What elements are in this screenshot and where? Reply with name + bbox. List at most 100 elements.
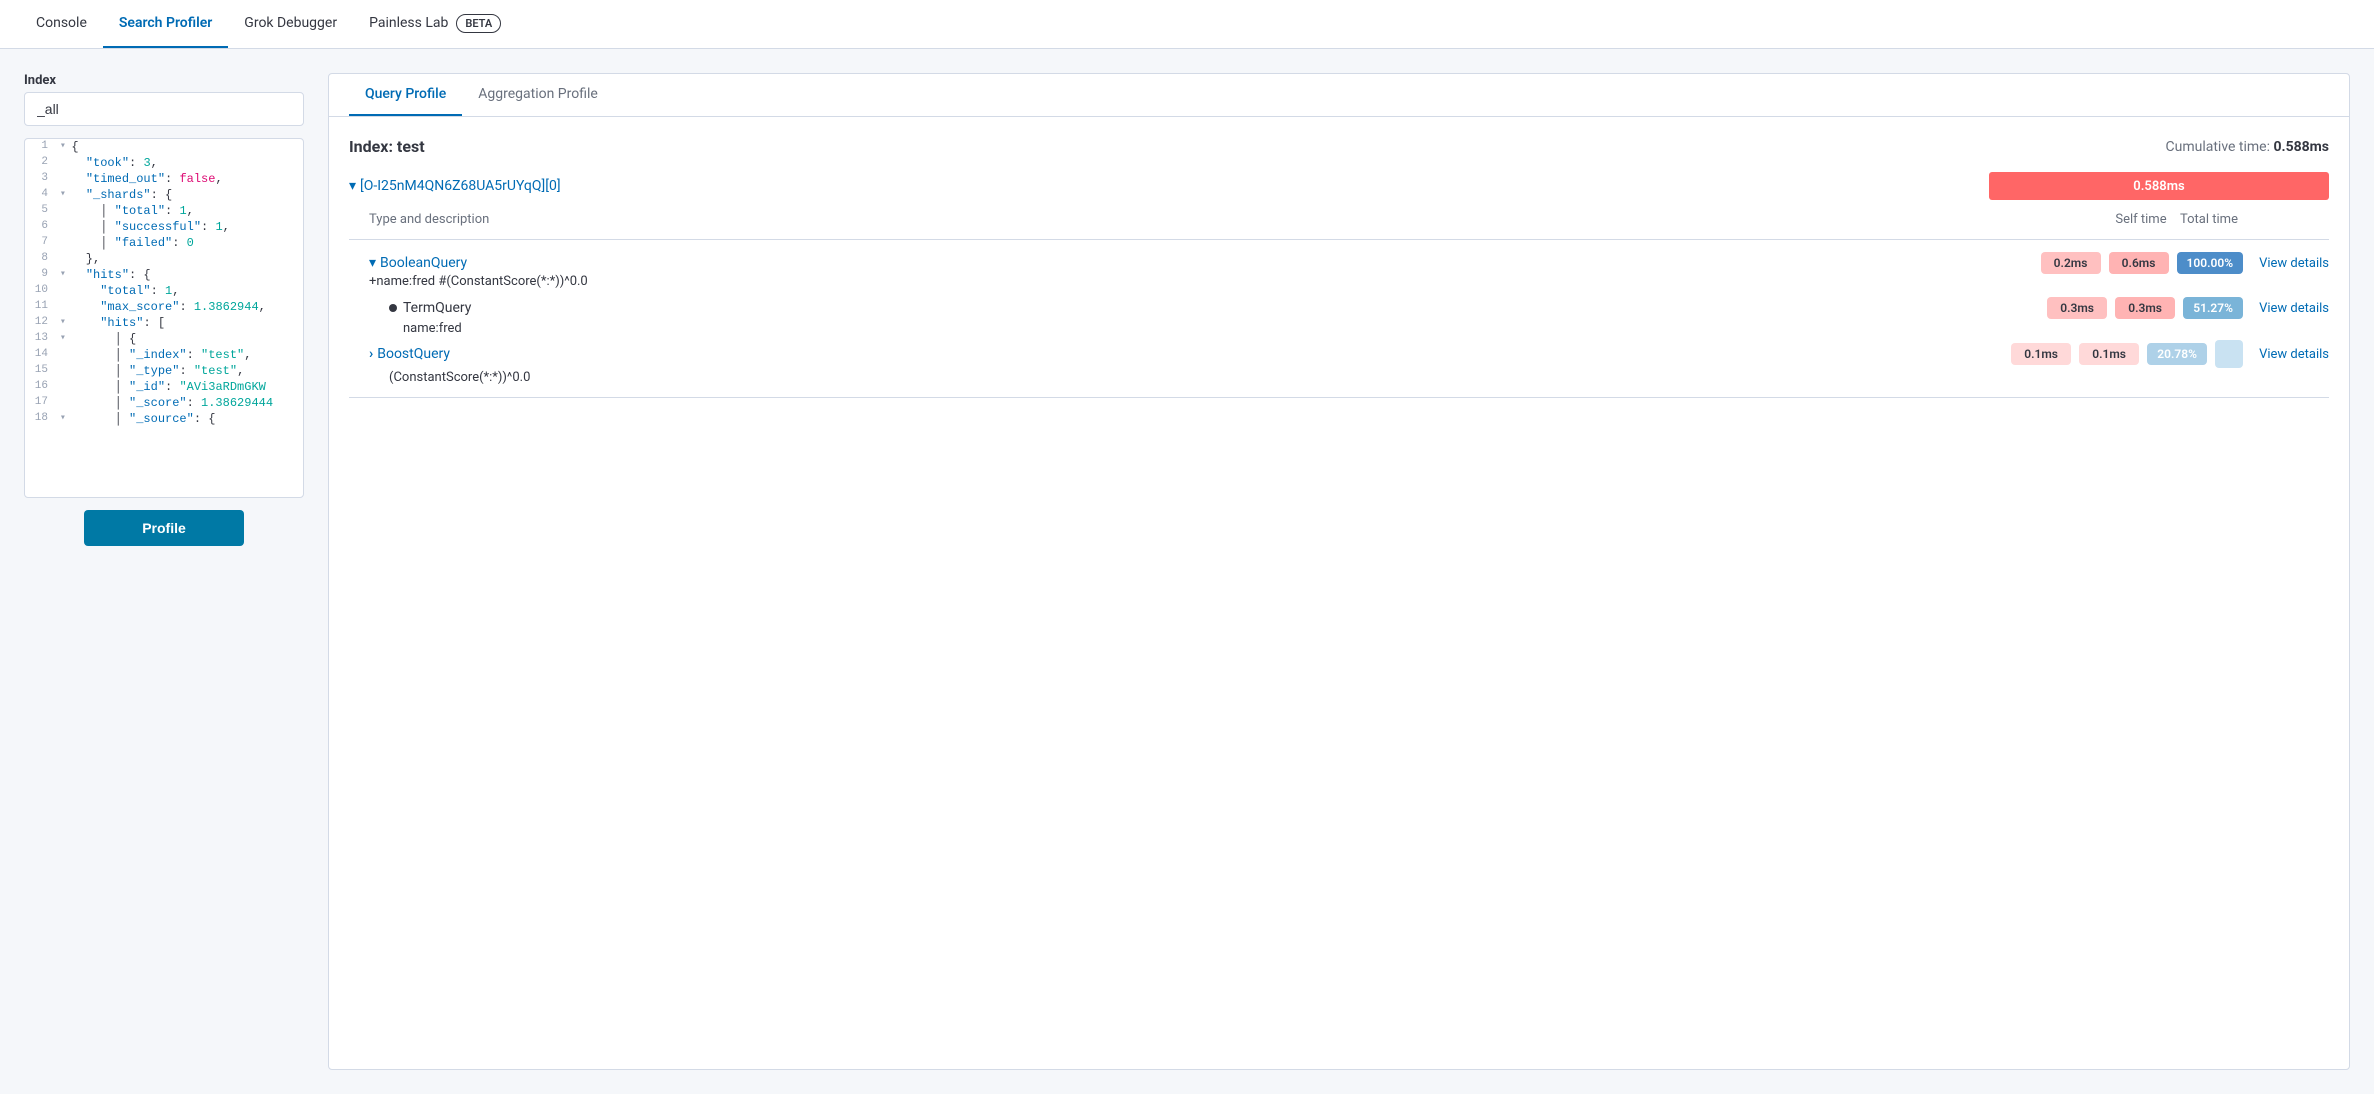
tab-bar: Query Profile Aggregation Profile (329, 74, 2349, 117)
cumulative-time: Cumulative time: 0.588ms (2166, 139, 2330, 155)
code-line-2: 2 "took": 3, (25, 155, 303, 171)
line-content-14: │ "_index": "test", (71, 347, 303, 363)
tab-console[interactable]: Console (20, 0, 103, 48)
term-query-dot (389, 304, 397, 312)
boost-query-desc: (ConstantScore(*:*))^0.0 (389, 370, 2329, 385)
line-num-2: 2 (25, 155, 56, 171)
line-content-2: "took": 3, (71, 155, 303, 171)
code-line-1: 1 ▾ { (25, 139, 303, 155)
code-line-16: 16 │ "_id": "AVi3aRDmGKW (25, 379, 303, 395)
boolean-query-label: BooleanQuery (380, 255, 467, 271)
code-line-9: 9 ▾ "hits": { (25, 267, 303, 283)
boost-view-details[interactable]: View details (2259, 347, 2329, 362)
shard-bar-container: 0.588ms (1989, 172, 2329, 200)
line-content-3: "timed_out": false, (71, 171, 303, 187)
line-toggle-11 (56, 299, 71, 315)
divider-2 (349, 397, 2329, 398)
line-toggle-4[interactable]: ▾ (56, 187, 71, 203)
term-self-time: 0.3ms (2047, 297, 2107, 319)
code-line-17: 17 │ "_score": 1.38629444 (25, 395, 303, 411)
line-num-9: 9 (25, 267, 56, 283)
line-num-16: 16 (25, 379, 56, 395)
line-num-11: 11 (25, 299, 56, 315)
tab-search-profiler[interactable]: Search Profiler (103, 0, 228, 48)
line-toggle-13[interactable]: ▾ (56, 331, 71, 347)
line-num-10: 10 (25, 283, 56, 299)
line-content-16: │ "_id": "AVi3aRDmGKW (71, 379, 303, 395)
term-pct: 51.27% (2183, 297, 2243, 319)
code-line-15: 15 │ "_type": "test", (25, 363, 303, 379)
boost-query-name[interactable]: › BoostQuery (369, 346, 450, 362)
boost-pct: 20.78% (2147, 343, 2207, 365)
line-num-18: 18 (25, 411, 56, 427)
chevron-down-icon: ▾ (349, 178, 356, 194)
line-toggle-2 (56, 155, 71, 171)
line-toggle-9[interactable]: ▾ (56, 267, 71, 283)
shard-row: ▾ [O-I25nM4QN6Z68UA5rUYqQ][0] 0.588ms (349, 172, 2329, 200)
total-time-header: Total time (2179, 212, 2239, 227)
code-line-10: 10 "total": 1, (25, 283, 303, 299)
line-toggle-14 (56, 347, 71, 363)
line-toggle-15 (56, 363, 71, 379)
cumulative-label: Cumulative time: (2166, 139, 2271, 155)
tab-aggregation-profile[interactable]: Aggregation Profile (462, 74, 614, 116)
line-toggle-17 (56, 395, 71, 411)
line-num-12: 12 (25, 315, 56, 331)
line-toggle-7 (56, 235, 71, 251)
term-query-row: TermQuery 0.3ms 0.3ms 51.27% View detail… (389, 297, 2329, 336)
line-toggle-1[interactable]: ▾ (56, 139, 71, 155)
code-line-13: 13 ▾ │ { (25, 331, 303, 347)
line-content-13: │ { (71, 331, 303, 347)
line-toggle-18[interactable]: ▾ (56, 411, 71, 427)
boolean-query-row: ▾ BooleanQuery 0.2ms 0.6ms 100.00% View … (349, 252, 2329, 289)
boolean-total-time: 0.6ms (2109, 252, 2169, 274)
term-query-desc: name:fred (403, 321, 2329, 336)
boost-query-metrics: 0.1ms 0.1ms 20.78% View details (2011, 340, 2329, 368)
term-total-time: 0.3ms (2115, 297, 2175, 319)
shard-label[interactable]: ▾ [O-I25nM4QN6Z68UA5rUYqQ][0] (349, 178, 561, 194)
profile-content: Index: test Cumulative time: 0.588ms ▾ [… (329, 117, 2349, 1069)
code-line-6: 6 │ "successful": 1, (25, 219, 303, 235)
chevron-down-icon: ▾ (369, 255, 376, 271)
code-line-3: 3 "timed_out": false, (25, 171, 303, 187)
line-num-3: 3 (25, 171, 56, 187)
boolean-view-details[interactable]: View details (2259, 256, 2329, 271)
line-content-9: "hits": { (71, 267, 303, 283)
code-line-18: 18 ▾ │ "_source": { (25, 411, 303, 427)
line-content-1: { (71, 139, 303, 155)
line-toggle-8 (56, 251, 71, 267)
code-line-12: 12 ▾ "hits": [ (25, 315, 303, 331)
code-line-8: 8 }, (25, 251, 303, 267)
boost-self-time: 0.1ms (2011, 343, 2071, 365)
line-num-17: 17 (25, 395, 56, 411)
code-editor[interactable]: 1 ▾ { 2 "took": 3, 3 "timed_out": false,… (24, 138, 304, 498)
boolean-query-header: ▾ BooleanQuery 0.2ms 0.6ms 100.00% View … (369, 252, 2329, 274)
divider-1 (349, 239, 2329, 240)
line-num-13: 13 (25, 331, 56, 347)
line-num-14: 14 (25, 347, 56, 363)
line-num-8: 8 (25, 251, 56, 267)
index-header: Index: test Cumulative time: 0.588ms (349, 137, 2329, 156)
line-toggle-10 (56, 283, 71, 299)
shard-id: [O-I25nM4QN6Z68UA5rUYqQ][0] (360, 178, 561, 194)
line-content-6: │ "successful": 1, (71, 219, 303, 235)
tab-grok-debugger[interactable]: Grok Debugger (228, 0, 353, 48)
line-num-15: 15 (25, 363, 56, 379)
boolean-query-name[interactable]: ▾ BooleanQuery (369, 255, 467, 271)
index-input[interactable] (24, 92, 304, 126)
line-toggle-12[interactable]: ▾ (56, 315, 71, 331)
term-query-label: TermQuery (403, 300, 471, 316)
tab-painless-lab[interactable]: Painless Lab BETA (353, 0, 517, 48)
index-section: Index (24, 73, 304, 126)
boost-total-time: 0.1ms (2079, 343, 2139, 365)
painless-lab-label: Painless Lab (369, 15, 448, 31)
boost-query-label: BoostQuery (377, 346, 450, 362)
tab-query-profile[interactable]: Query Profile (349, 74, 462, 116)
line-content-5: │ "total": 1, (71, 203, 303, 219)
profile-button[interactable]: Profile (84, 510, 244, 546)
main-content: Index 1 ▾ { 2 "took": 3, 3 "time (0, 49, 2374, 1094)
line-content-11: "max_score": 1.3862944, (71, 299, 303, 315)
term-view-details[interactable]: View details (2259, 301, 2329, 316)
boost-query-header: › BoostQuery 0.1ms 0.1ms 20.78% View det… (369, 340, 2329, 368)
line-content-12: "hits": [ (71, 315, 303, 331)
